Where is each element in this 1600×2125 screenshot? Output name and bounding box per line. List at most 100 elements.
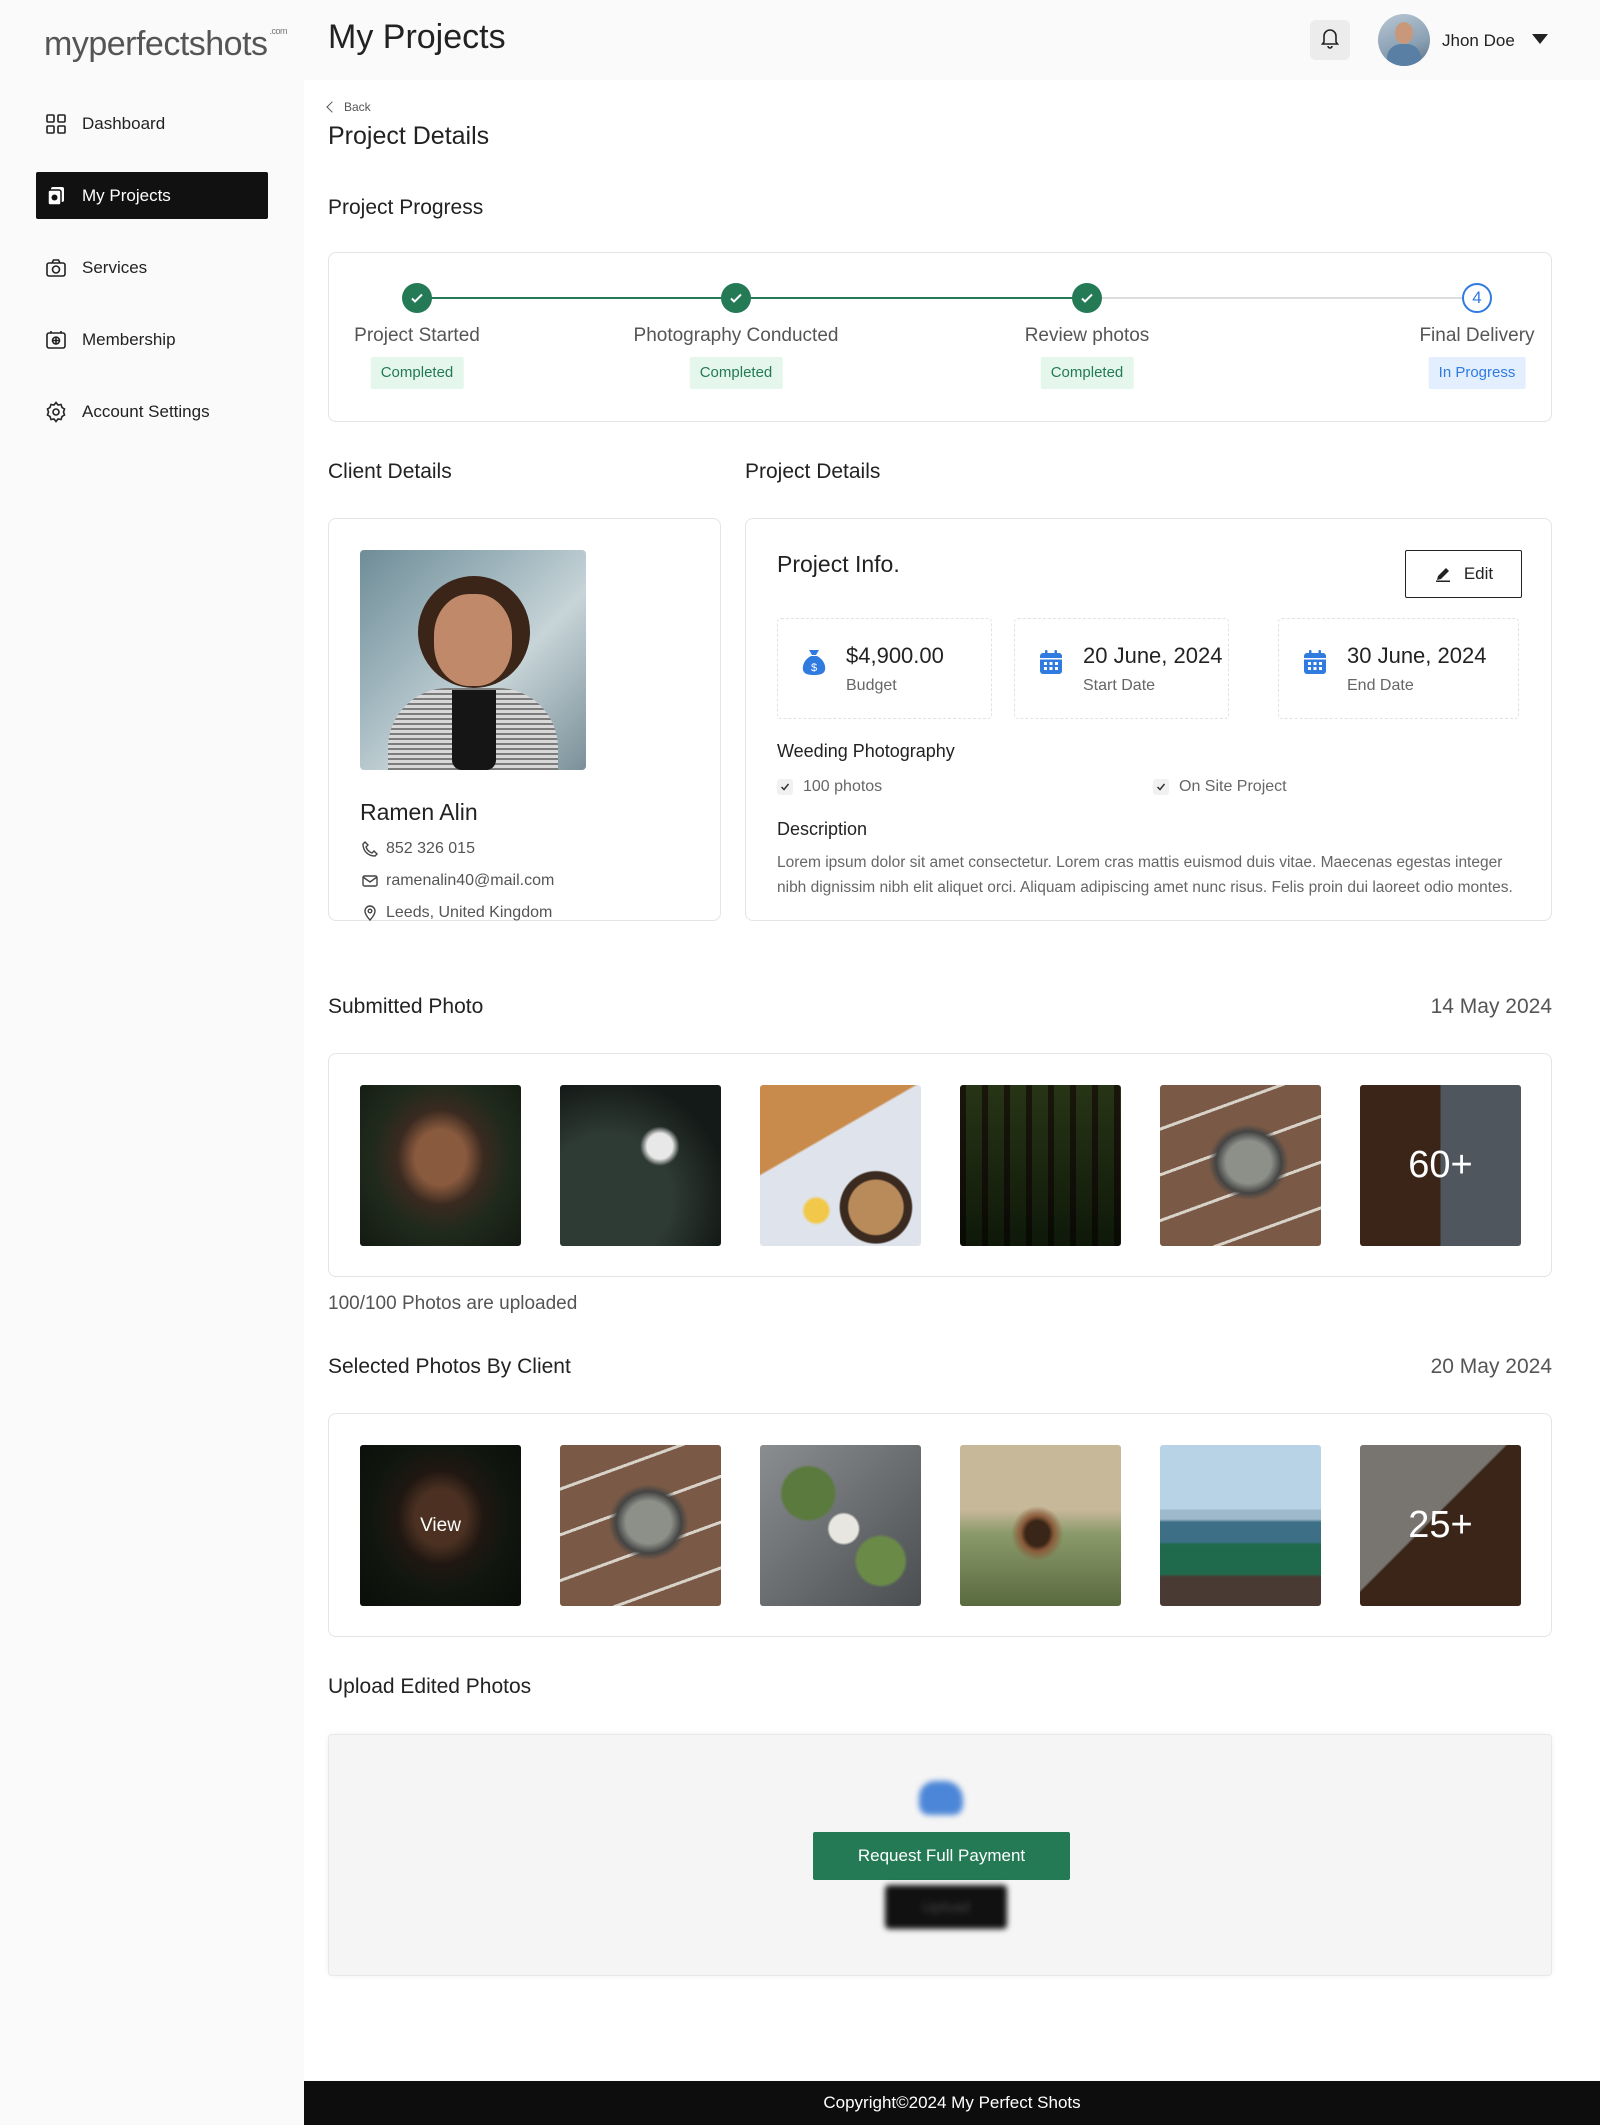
bell-icon [1320, 27, 1340, 54]
calendar-icon [1037, 647, 1065, 677]
status-badge: Completed [1040, 357, 1134, 389]
pencil-icon [1434, 565, 1452, 583]
project-section-title: Project Details [745, 460, 881, 483]
photo-thumb[interactable] [760, 1445, 921, 1606]
description-title: Description [777, 819, 868, 839]
end-date-stat: 30 June, 2024 End Date [1278, 618, 1519, 719]
svg-text:$: $ [811, 662, 817, 674]
photo-thumb[interactable]: View [360, 1445, 521, 1606]
client-email[interactable]: ramenalin40@mail.com [360, 871, 554, 891]
project-info-title: Project Info. [777, 551, 900, 577]
phone-icon [360, 839, 380, 859]
request-payment-button[interactable]: Request Full Payment [813, 1832, 1070, 1880]
feature-item: On Site Project [1153, 778, 1287, 796]
check-icon [1072, 283, 1102, 313]
footer: Copyright©2024 My Perfect Shots [304, 2081, 1600, 2125]
upload-cloud-icon [919, 1781, 963, 1815]
money-bag-icon: $ [800, 647, 828, 677]
step-name: Final Delivery [1419, 325, 1535, 346]
start-date-stat: 20 June, 2024 Start Date [1014, 618, 1229, 719]
progress-title: Project Progress [328, 196, 484, 219]
chevron-down-icon[interactable] [1532, 34, 1548, 44]
sidebar-item-services[interactable]: Services [36, 244, 268, 291]
back-link[interactable]: Back [326, 100, 371, 114]
sidebar-item-label: Dashboard [82, 113, 166, 133]
photo-thumb[interactable] [1160, 1085, 1321, 1246]
step-name: Review photos [1024, 325, 1150, 346]
photo-thumb[interactable] [560, 1445, 721, 1606]
status-badge: In Progress [1428, 357, 1526, 389]
logo[interactable]: myperfectshots .com [44, 16, 288, 64]
photo-thumb-more[interactable]: 60+ [1360, 1085, 1521, 1246]
page-title: My Projects [328, 18, 506, 56]
selected-thumbs: View 25+ [360, 1445, 1521, 1606]
photo-thumb[interactable] [1160, 1445, 1321, 1606]
budget-label: Budget [846, 677, 897, 694]
client-name: Ramen Alin [360, 799, 478, 825]
logo-suffix: .com [269, 26, 288, 36]
photo-thumb[interactable] [560, 1085, 721, 1246]
view-button[interactable]: View [360, 1445, 521, 1606]
progress-card: Project Started Completed Photography Co… [328, 252, 1552, 422]
sidebar-item-dashboard[interactable]: Dashboard [36, 100, 268, 147]
sidebar-nav: Dashboard My Projects Services Membershi… [36, 100, 268, 460]
photo-thumb[interactable] [360, 1085, 521, 1246]
location-icon [360, 903, 380, 923]
client-card: Ramen Alin 852 326 015 ramenalin40@mail.… [328, 518, 721, 921]
page-heading: Project Details [328, 122, 490, 150]
upload-count: 100/100 Photos are uploaded [328, 1293, 578, 1314]
upload-title: Upload Edited Photos [328, 1675, 532, 1698]
avatar[interactable] [1378, 14, 1430, 66]
start-date-value: 20 June, 2024 [1083, 643, 1223, 668]
budget-stat: $ $4,900.00 Budget [777, 618, 992, 719]
project-info-card: Project Info. Edit $ $4,900.00 Budget 20… [745, 518, 1552, 921]
sidebar-item-account-settings[interactable]: Account Settings [36, 388, 268, 435]
feature-item: 100 photos [777, 778, 882, 796]
projects-icon [44, 184, 68, 208]
logo-text: myperfectshots [44, 25, 268, 63]
mail-icon [360, 871, 380, 891]
camera-icon [44, 256, 68, 280]
photo-thumb[interactable] [960, 1445, 1121, 1606]
sidebar-item-label: Account Settings [82, 401, 210, 421]
check-icon [1153, 779, 1169, 795]
check-icon [721, 283, 751, 313]
step-name: Project Started [354, 325, 480, 346]
sidebar-item-label: Membership [82, 329, 176, 349]
notification-button[interactable] [1310, 20, 1350, 60]
status-badge: Completed [370, 357, 464, 389]
submitted-title: Submitted Photo [328, 995, 484, 1018]
client-photo [360, 550, 586, 770]
user-name[interactable]: Jhon Doe [1442, 31, 1515, 51]
check-icon [402, 283, 432, 313]
more-count: 60+ [1360, 1085, 1521, 1246]
step-number: 4 [1462, 283, 1492, 313]
end-date-label: End Date [1347, 677, 1414, 694]
upload-dropzone[interactable]: Request Full Payment Upload [328, 1734, 1552, 1976]
gear-icon [44, 400, 68, 424]
photo-thumb-more[interactable]: 25+ [1360, 1445, 1521, 1606]
submitted-date: 14 May 2024 [1430, 995, 1552, 1018]
sidebar-item-membership[interactable]: Membership [36, 316, 268, 363]
upload-button[interactable]: Upload [885, 1885, 1007, 1929]
photo-thumb[interactable] [760, 1085, 921, 1246]
budget-value: $4,900.00 [846, 643, 944, 668]
check-icon [777, 779, 793, 795]
start-date-label: Start Date [1083, 677, 1156, 694]
end-date-value: 30 June, 2024 [1347, 643, 1487, 668]
copyright-text: Copyright©2024 My Perfect Shots [823, 2093, 1081, 2112]
chevron-left-icon [326, 101, 338, 113]
grid-icon [44, 112, 68, 136]
client-location: Leeds, United Kingdom [360, 903, 552, 923]
sidebar: myperfectshots .com Dashboard My Projects… [0, 0, 304, 2125]
more-count: 25+ [1360, 1445, 1521, 1606]
client-phone[interactable]: 852 326 015 [360, 839, 475, 859]
selected-date: 20 May 2024 [1430, 1355, 1552, 1378]
sidebar-item-my-projects[interactable]: My Projects [36, 172, 268, 219]
main-content: Back Project Details Project Progress Pr… [304, 80, 1600, 2080]
client-section-title: Client Details [328, 460, 452, 483]
edit-button[interactable]: Edit [1405, 550, 1522, 598]
status-badge: Completed [689, 357, 783, 389]
photo-thumb[interactable] [960, 1085, 1121, 1246]
sidebar-item-label: My Projects [82, 185, 171, 205]
